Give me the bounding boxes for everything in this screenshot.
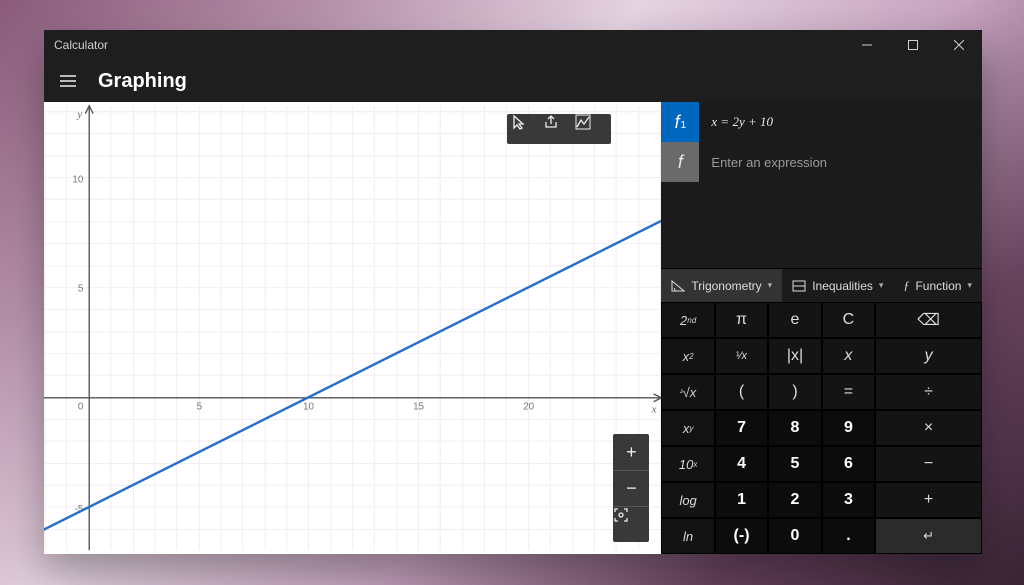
key-ln[interactable]: ln: [661, 518, 714, 554]
category-trigonometry[interactable]: Trigonometry ▾: [661, 269, 782, 302]
key-2[interactable]: 2: [768, 482, 821, 518]
key-y[interactable]: y: [875, 338, 982, 374]
calculator-window: Calculator Graphing: [44, 30, 982, 554]
fit-icon: [613, 507, 649, 542]
backspace-icon: ⌫: [917, 310, 940, 330]
key-rparen[interactable]: ): [768, 374, 821, 410]
key-plus[interactable]: +: [875, 482, 982, 518]
function-icon: ƒ: [903, 278, 909, 293]
menu-button[interactable]: [54, 67, 82, 95]
share-icon: [543, 114, 575, 144]
main: 0 5 10 15 20 10 5 -5 y x: [44, 102, 982, 554]
inequality-icon: [792, 280, 806, 292]
key-clear[interactable]: C: [822, 302, 875, 338]
category-label: Inequalities: [812, 279, 873, 293]
equation-row-new[interactable]: f Enter an expression: [661, 142, 982, 182]
tick-y-5: 5: [78, 284, 84, 295]
key-second[interactable]: 2nd: [661, 302, 714, 338]
key-3[interactable]: 3: [822, 482, 875, 518]
key-4[interactable]: 4: [715, 446, 768, 482]
key-abs[interactable]: |x|: [768, 338, 821, 374]
graph-toolbar: [507, 114, 611, 144]
titlebar: Calculator: [44, 30, 982, 60]
key-sqrt[interactable]: ²√x: [661, 374, 714, 410]
close-button[interactable]: [936, 30, 982, 60]
key-equals[interactable]: =: [822, 374, 875, 410]
zoom-in-button[interactable]: +: [613, 434, 649, 470]
header: Graphing: [44, 60, 982, 102]
key-ten-pow-x[interactable]: 10x: [661, 446, 714, 482]
maximize-button[interactable]: [890, 30, 936, 60]
graph-pane[interactable]: 0 5 10 15 20 10 5 -5 y x: [44, 102, 661, 554]
key-decimal[interactable]: .: [822, 518, 875, 554]
key-9[interactable]: 9: [822, 410, 875, 446]
key-negate[interactable]: (-): [715, 518, 768, 554]
tick-x-0: 0: [78, 402, 84, 413]
enter-icon: ↵: [923, 528, 934, 544]
share-button[interactable]: [543, 114, 575, 144]
key-e[interactable]: e: [768, 302, 821, 338]
key-multiply[interactable]: ×: [875, 410, 982, 446]
chevron-down-icon: ▾: [879, 280, 884, 291]
angle-icon: [671, 280, 685, 292]
key-divide[interactable]: ÷: [875, 374, 982, 410]
key-x[interactable]: x: [822, 338, 875, 374]
key-5[interactable]: 5: [768, 446, 821, 482]
key-0[interactable]: 0: [768, 518, 821, 554]
keypad: 2nd π e C ⌫ x2 ¹⁄x |x| x y ²√x ( ) = ÷ x…: [661, 302, 982, 554]
key-reciprocal[interactable]: ¹⁄x: [715, 338, 768, 374]
zoom-out-button[interactable]: −: [613, 470, 649, 506]
trace-button[interactable]: [511, 114, 543, 144]
tick-x-15: 15: [413, 402, 424, 413]
cursor-icon: [511, 114, 543, 144]
key-enter[interactable]: ↵: [875, 518, 982, 554]
tick-x-20: 20: [523, 402, 534, 413]
axis-label-y: y: [76, 109, 82, 121]
equation-input[interactable]: Enter an expression: [699, 155, 982, 170]
key-log[interactable]: log: [661, 482, 714, 518]
tick-x-10: 10: [303, 402, 314, 413]
equation-badge-1[interactable]: f1: [661, 102, 699, 142]
key-1[interactable]: 1: [715, 482, 768, 518]
key-7[interactable]: 7: [715, 410, 768, 446]
key-x-pow-y[interactable]: xy: [661, 410, 714, 446]
graph-options-icon: [575, 114, 607, 144]
key-lparen[interactable]: (: [715, 374, 768, 410]
category-label: Function: [915, 279, 961, 293]
key-minus[interactable]: −: [875, 446, 982, 482]
tick-y-10: 10: [72, 174, 83, 185]
chevron-down-icon: ▾: [967, 280, 972, 291]
zoom-fit-button[interactable]: [613, 506, 649, 542]
key-8[interactable]: 8: [768, 410, 821, 446]
mode-title: Graphing: [98, 70, 187, 93]
axis-label-x: x: [651, 404, 657, 416]
zoom-controls: + −: [613, 434, 649, 542]
keypad-categories: Trigonometry ▾ Inequalities ▾ ƒ Function…: [661, 268, 982, 302]
category-label: Trigonometry: [691, 279, 761, 293]
key-backspace[interactable]: ⌫: [875, 302, 982, 338]
hamburger-icon: [60, 75, 76, 87]
equation-text-1[interactable]: x = 2y + 10: [699, 114, 982, 130]
graph-canvas[interactable]: 0 5 10 15 20 10 5 -5 y x: [44, 102, 661, 554]
minimize-button[interactable]: [844, 30, 890, 60]
chevron-down-icon: ▾: [768, 280, 773, 291]
key-x-squared[interactable]: x2: [661, 338, 714, 374]
tick-x-5: 5: [197, 402, 203, 413]
equation-badge-new[interactable]: f: [661, 142, 699, 182]
equation-spacer: [661, 182, 982, 268]
category-function[interactable]: ƒ Function ▾: [893, 269, 982, 302]
window-title: Calculator: [44, 38, 844, 52]
category-inequalities[interactable]: Inequalities ▾: [782, 269, 893, 302]
key-pi[interactable]: π: [715, 302, 768, 338]
key-6[interactable]: 6: [822, 446, 875, 482]
equation-row-1[interactable]: f1 x = 2y + 10: [661, 102, 982, 142]
side-pane: f1 x = 2y + 10 f Enter an expression Tri…: [661, 102, 982, 554]
graph-options-button[interactable]: [575, 114, 607, 144]
